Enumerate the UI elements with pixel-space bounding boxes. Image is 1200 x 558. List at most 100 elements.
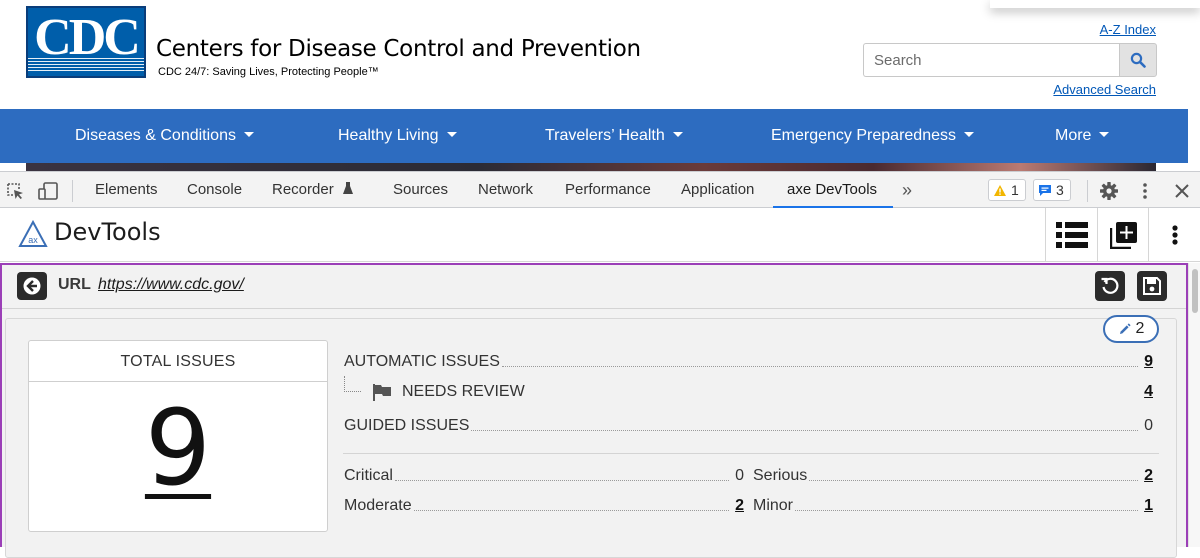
critical-count: 0 [735,467,744,484]
tab-elements[interactable]: Elements [95,172,158,208]
kebab-menu-icon [1143,183,1147,199]
url-bar: URL https://www.cdc.gov/ [2,265,1186,309]
advanced-search-link[interactable]: Advanced Search [1053,82,1156,97]
scanned-url-link[interactable]: https://www.cdc.gov/ [98,276,244,294]
more-tabs-chevron-icon[interactable]: » [902,172,912,208]
issues-summary-card: 2 TOTAL ISSUES 9 AUTOMATIC ISSUES 9 NEED… [5,315,1177,558]
site-search-button[interactable] [1119,43,1157,77]
nav-label: More [1055,127,1092,144]
nav-healthy-living[interactable]: Healthy Living [338,109,457,163]
tab-console[interactable]: Console [187,172,242,208]
caret-down-icon [672,132,683,137]
nav-label: Emergency Preparedness [771,127,956,144]
website-viewport: CDC Centers for Disease Control and Prev… [0,0,1188,171]
tab-axe-devtools[interactable]: axe DevTools [787,172,877,208]
axe-more-options-button[interactable] [1148,208,1200,262]
add-box-icon [1109,222,1137,249]
refresh-icon [1101,277,1119,294]
az-index-link[interactable]: A-Z Index [1100,22,1156,37]
settings-button[interactable] [1098,180,1120,202]
devtools-tab-bar: Elements Console Recorder Sources Networ… [0,171,1200,208]
critical-label: Critical [344,467,393,484]
messages-badge[interactable]: 3 [1033,179,1071,201]
customize-menu-button[interactable] [1134,180,1156,202]
caret-down-icon [446,132,457,137]
caret-down-icon [963,132,974,137]
arrow-left-icon [23,277,41,295]
nav-travelers-health[interactable]: Travelers’ Health [545,109,683,163]
minor-label: Minor [753,497,794,514]
cdc-logo-stripes [28,58,144,72]
highlight-count-pill[interactable]: 2 [1103,315,1159,343]
nav-label: Diseases & Conditions [75,127,236,144]
leader-dots [471,430,1139,431]
total-issues-count-link[interactable]: 9 [29,393,327,503]
site-tagline: CDC 24/7: Saving Lives, Protecting Peopl… [158,66,379,78]
messages-count: 3 [1056,182,1064,198]
scrollbar-thumb[interactable] [1192,269,1198,313]
gear-icon [1100,182,1118,200]
axe-results-panel: URL https://www.cdc.gov/ 2 TOTAL ISSUES … [0,263,1188,558]
device-mode-icon [38,182,58,200]
critical-row: Critical 0 [344,467,744,485]
tab-network[interactable]: Network [478,172,533,208]
issues-list-button[interactable] [1045,208,1097,262]
nav-diseases-conditions[interactable]: Diseases & Conditions [75,109,254,163]
save-results-button[interactable] [1137,271,1167,301]
back-button[interactable] [17,272,47,300]
automatic-issues-row: AUTOMATIC ISSUES 9 [344,353,1153,371]
moderate-row: Moderate 2 [344,497,744,515]
minor-row: Minor 1 [753,497,1153,515]
nav-more[interactable]: More [1055,109,1110,163]
message-icon [1039,184,1051,196]
site-title[interactable]: Centers for Disease Control and Preventi… [156,36,641,62]
tab-performance[interactable]: Performance [565,172,651,208]
pencil-icon [1119,322,1131,334]
nav-label: Travelers’ Health [545,127,665,144]
guided-issues-row: GUIDED ISSUES 0 [344,417,1153,435]
axe-logo-icon: ax [18,220,48,247]
device-toolbar-button[interactable] [37,180,59,202]
nav-emergency-preparedness[interactable]: Emergency Preparedness [771,109,974,163]
new-test-button[interactable] [1097,208,1149,262]
flask-icon [342,182,353,194]
moderate-label: Moderate [344,497,412,514]
close-icon [1175,184,1189,198]
list-icon [1055,222,1088,248]
leader-dots [809,480,1139,481]
tab-recorder[interactable]: Recorder [272,172,354,208]
guided-issues-count: 0 [1144,417,1153,434]
site-search-input[interactable] [863,43,1119,77]
automatic-issues-label: AUTOMATIC ISSUES [344,353,500,370]
guided-issues-label: GUIDED ISSUES [344,417,470,434]
warnings-badge[interactable]: 1 [988,179,1026,201]
hero-image-strip [26,163,1156,171]
caret-down-icon [1099,132,1110,137]
url-label: URL [58,276,91,293]
tab-sources[interactable]: Sources [393,172,448,208]
warning-icon [994,184,1006,196]
caret-down-icon [243,132,254,137]
needs-review-count-link[interactable]: 4 [1144,383,1153,401]
serious-count-link[interactable]: 2 [1144,467,1153,485]
serious-row: Serious 2 [753,467,1153,485]
tab-label: Recorder [272,181,334,198]
tab-application[interactable]: Application [681,172,754,208]
automatic-issues-count-link[interactable]: 9 [1144,353,1153,371]
leader-dots [413,510,730,511]
close-devtools-button[interactable] [1171,180,1193,202]
toolbar-divider [72,180,73,202]
cdc-logo[interactable]: CDC [26,6,146,78]
leader-dots [394,480,730,481]
rescan-button[interactable] [1095,271,1125,301]
minor-count-link[interactable]: 1 [1144,497,1153,515]
pill-count: 2 [1135,320,1145,337]
nav-label: Healthy Living [338,127,439,144]
moderate-count-link[interactable]: 2 [735,497,744,515]
inspect-element-button[interactable] [4,180,26,202]
panel-scrollbar[interactable] [1188,263,1200,547]
floating-card-edge [990,0,1200,8]
tree-connector [344,376,361,392]
inspect-cursor-icon [7,183,23,199]
